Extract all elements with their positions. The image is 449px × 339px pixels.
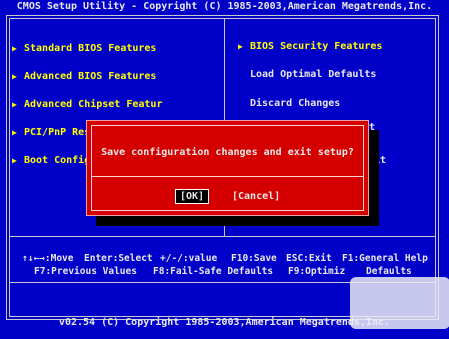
help-exit: ESC:Exit bbox=[286, 253, 332, 264]
submenu-arrow-icon: ▶ bbox=[12, 156, 17, 165]
bios-screen: CMOS Setup Utility - Copyright (C) 1985-… bbox=[0, 0, 449, 339]
help-select: Enter:Select bbox=[84, 253, 153, 264]
window-title: CMOS Setup Utility - Copyright (C) 1985-… bbox=[16, 1, 433, 12]
help-fail-safe-defaults: F8:Fail-Safe Defaults bbox=[153, 266, 274, 277]
menu-help-divider bbox=[9, 236, 436, 237]
menu-boot-configuration[interactable]: ▶ Boot Config bbox=[12, 155, 90, 166]
submenu-arrow-icon: ▶ bbox=[238, 42, 243, 51]
help-general: F1:General Help bbox=[342, 253, 428, 264]
menu-standard-bios-features[interactable]: ▶ Standard BIOS Features bbox=[12, 43, 156, 54]
submenu-arrow-icon: ▶ bbox=[12, 100, 17, 109]
menu-discard-changes[interactable]: Discard Changes bbox=[250, 98, 340, 109]
cancel-button[interactable]: [Cancel] bbox=[232, 191, 280, 202]
submenu-arrow-icon: ▶ bbox=[12, 128, 17, 137]
help-move: ↑↓←→:Move bbox=[22, 253, 74, 264]
menu-pci-pnp-resources[interactable]: ▶ PCI/PnP Res bbox=[12, 127, 90, 138]
menu-load-optimal-defaults[interactable]: Load Optimal Defaults bbox=[250, 69, 376, 80]
save-exit-dialog: Save configuration changes and exit setu… bbox=[86, 120, 369, 216]
submenu-arrow-icon: ▶ bbox=[12, 72, 17, 81]
help-value: +/-/:value bbox=[160, 253, 218, 264]
help-optimized-defaults: F9:Optimiz bbox=[288, 266, 346, 277]
ok-button[interactable]: [OK] bbox=[175, 189, 210, 204]
help-save: F10:Save bbox=[231, 253, 277, 264]
menu-bios-security-features[interactable]: ▶ BIOS Security Features bbox=[238, 41, 382, 52]
dialog-message: Save configuration changes and exit setu… bbox=[101, 147, 354, 158]
submenu-arrow-icon: ▶ bbox=[12, 44, 17, 53]
dialog-border bbox=[91, 125, 364, 211]
help-optimized-defaults-tail: Defaults bbox=[366, 266, 412, 277]
menu-advanced-chipset-features[interactable]: ▶ Advanced Chipset Featur bbox=[12, 99, 162, 110]
dialog-divider bbox=[91, 176, 364, 177]
menu-advanced-bios-features[interactable]: ▶ Advanced BIOS Features bbox=[12, 71, 156, 82]
help-previous-values: F7:Previous Values bbox=[34, 266, 137, 277]
watermark-overlay bbox=[350, 277, 449, 329]
